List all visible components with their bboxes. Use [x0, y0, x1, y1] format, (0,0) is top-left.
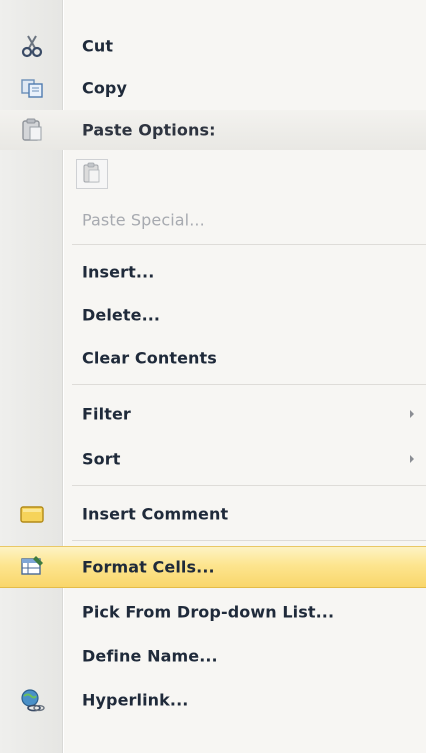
- menu-separator: [72, 485, 426, 486]
- context-menu: Cut Copy Paste Options: Paste Special...…: [0, 0, 426, 753]
- menu-item-label: Define Name...: [82, 646, 218, 666]
- menu-item-label: Hyperlink...: [82, 690, 189, 710]
- menu-item-label: Filter: [82, 404, 131, 424]
- menu-item-pick-from-list[interactable]: Pick From Drop-down List...: [0, 592, 426, 632]
- menu-item-label: Format Cells...: [82, 557, 215, 577]
- scissors-icon: [18, 33, 46, 59]
- menu-separator: [72, 244, 426, 245]
- clipboard-icon: [18, 117, 46, 143]
- menu-item-label: Sort: [82, 449, 121, 469]
- menu-item-label: Cut: [82, 36, 114, 56]
- copy-icon: [18, 75, 46, 101]
- paste-clipboard-icon: [83, 162, 100, 183]
- menu-item-label: Delete...: [82, 305, 161, 325]
- menu-item-label: Copy: [82, 78, 128, 98]
- menu-item-format-cells[interactable]: Format Cells...: [0, 546, 426, 588]
- comment-icon: [18, 501, 46, 527]
- menu-item-insert-comment[interactable]: Insert Comment: [0, 494, 426, 534]
- format-cells-icon: [18, 554, 46, 580]
- menu-separator: [72, 540, 426, 541]
- menu-item-copy[interactable]: Copy: [0, 68, 426, 108]
- paste-options-header: Paste Options:: [0, 110, 426, 150]
- menu-item-cut[interactable]: Cut: [0, 26, 426, 66]
- menu-item-label: Clear Contents: [82, 348, 217, 368]
- menu-item-paste-special[interactable]: Paste Special...: [0, 200, 426, 240]
- menu-item-label: Paste Options:: [82, 120, 216, 140]
- menu-item-label: Insert...: [82, 262, 155, 282]
- menu-item-delete[interactable]: Delete...: [0, 295, 426, 335]
- menu-separator: [72, 384, 426, 385]
- submenu-arrow-icon: [410, 455, 414, 463]
- menu-item-filter[interactable]: Filter: [0, 394, 426, 434]
- paste-button[interactable]: [76, 159, 108, 189]
- menu-item-insert[interactable]: Insert...: [0, 252, 426, 292]
- menu-item-hyperlink[interactable]: Hyperlink...: [0, 680, 426, 720]
- menu-item-define-name[interactable]: Define Name...: [0, 636, 426, 676]
- submenu-arrow-icon: [410, 410, 414, 418]
- hyperlink-globe-icon: [18, 687, 46, 713]
- paste-options-row: [0, 152, 426, 196]
- menu-item-label: Insert Comment: [82, 504, 229, 524]
- menu-item-clear-contents[interactable]: Clear Contents: [0, 338, 426, 378]
- menu-item-sort[interactable]: Sort: [0, 439, 426, 479]
- menu-item-label: Paste Special...: [82, 210, 205, 230]
- menu-item-label: Pick From Drop-down List...: [82, 602, 335, 622]
